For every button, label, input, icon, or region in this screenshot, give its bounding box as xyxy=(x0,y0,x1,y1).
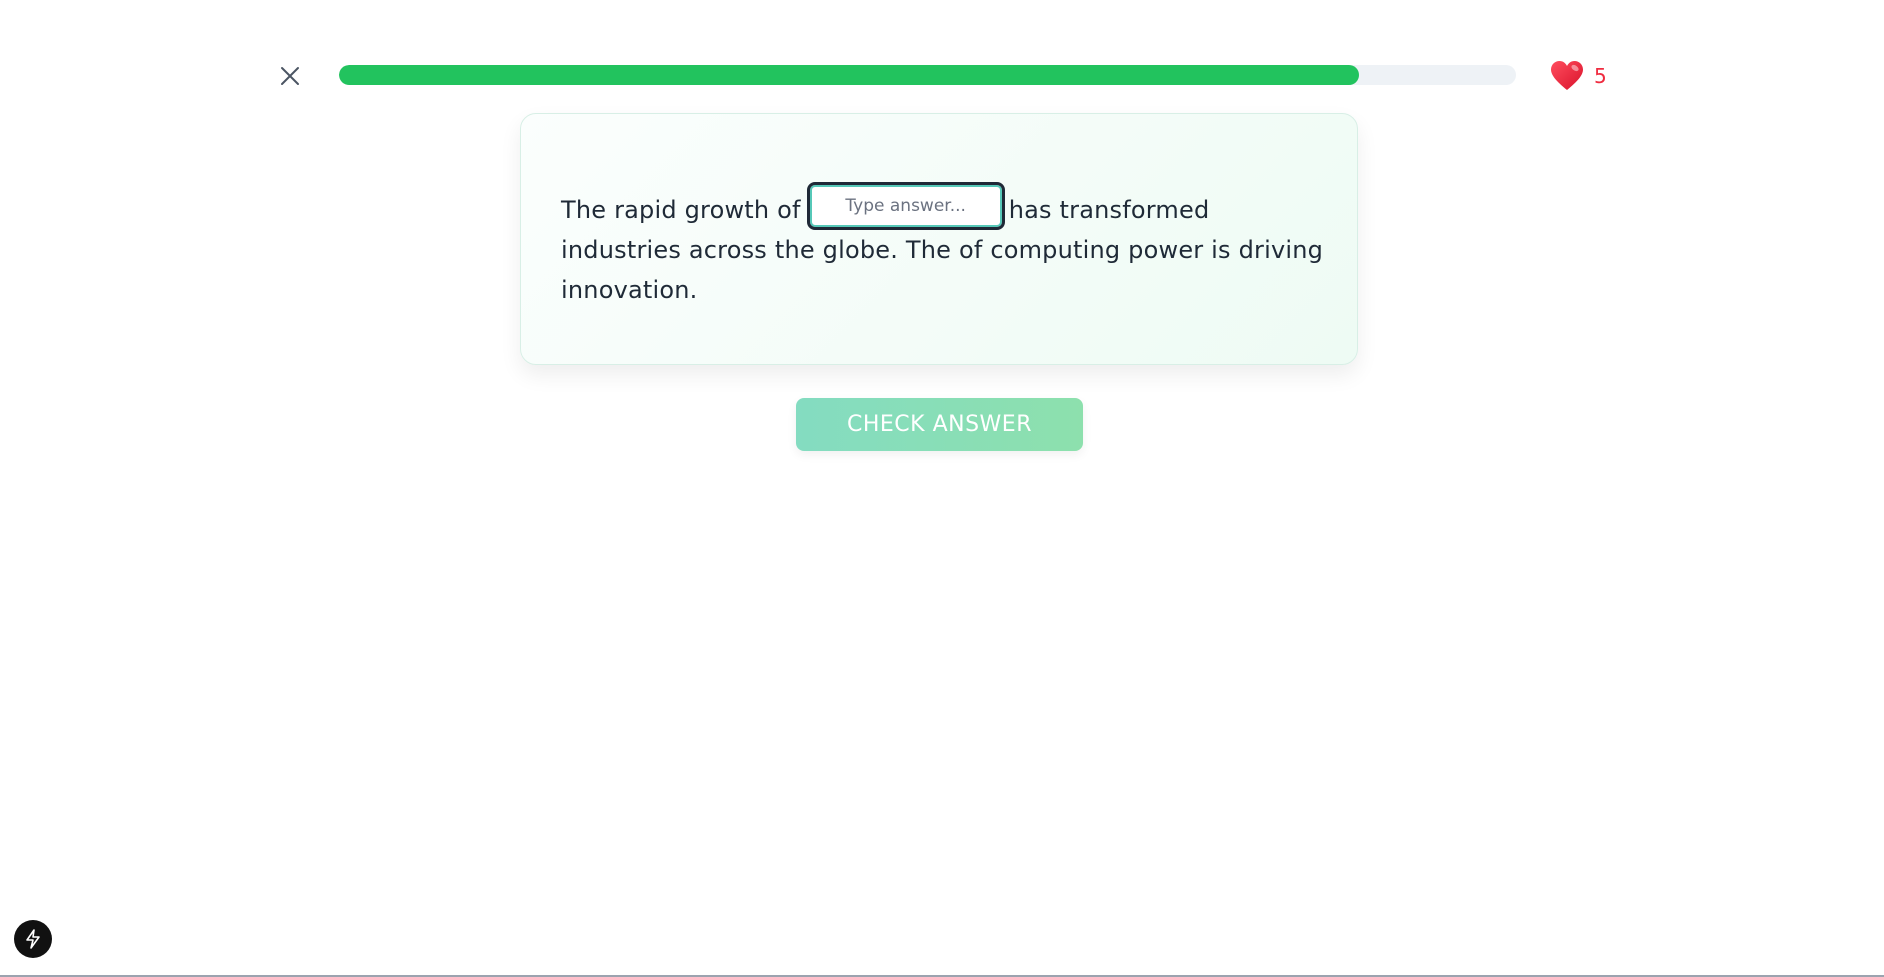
close-button[interactable] xyxy=(276,62,304,90)
lightning-icon xyxy=(26,929,40,949)
exercise-card: The rapid growth ofhas transformed indus… xyxy=(520,113,1358,365)
sentence-text-before: The rapid growth of xyxy=(561,196,801,224)
answer-input[interactable] xyxy=(806,182,1005,230)
lesson-page: 5 The rapid growth ofhas transformed ind… xyxy=(0,0,1884,977)
hearts-counter: 5 xyxy=(1550,58,1607,94)
check-answer-button[interactable]: CHECK ANSWER xyxy=(796,398,1083,451)
close-icon xyxy=(281,67,299,85)
progress-fill xyxy=(339,65,1360,85)
progress-bar xyxy=(339,65,1516,85)
hearts-count: 5 xyxy=(1594,64,1607,88)
dev-tools-button[interactable] xyxy=(14,920,52,958)
fill-in-sentence: The rapid growth ofhas transformed indus… xyxy=(561,182,1331,310)
heart-icon xyxy=(1551,61,1583,90)
